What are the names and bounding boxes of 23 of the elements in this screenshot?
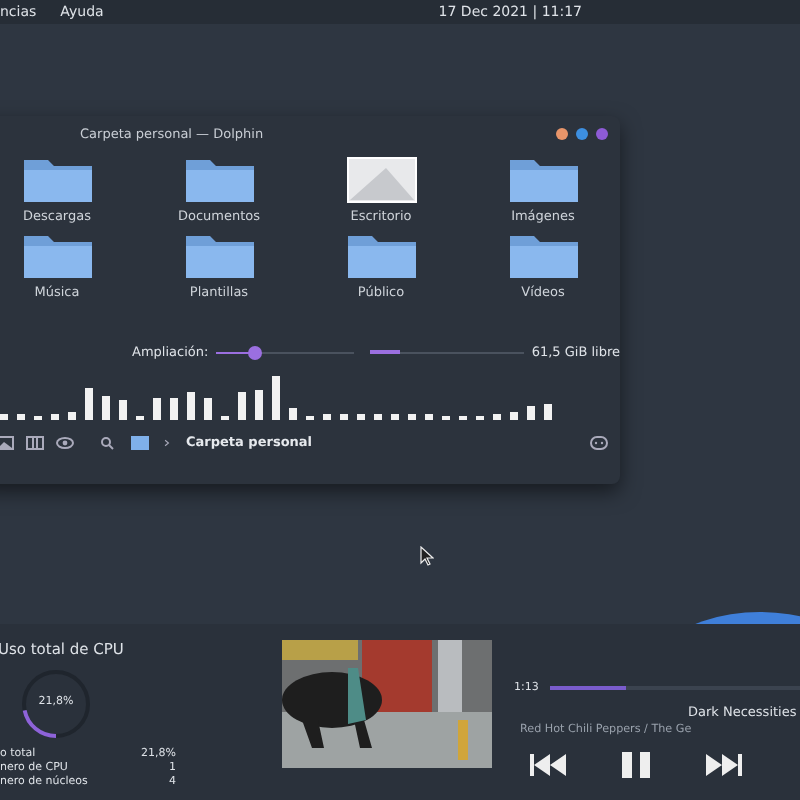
window-button[interactable] — [596, 128, 608, 140]
folder-icon[interactable] — [128, 435, 152, 449]
next-icon[interactable] — [704, 752, 744, 778]
previous-icon[interactable] — [528, 752, 568, 778]
window-button[interactable] — [576, 128, 588, 140]
folder-icon — [507, 232, 579, 280]
columns-icon[interactable] — [26, 435, 44, 449]
desktop-thumbnail-icon — [345, 156, 417, 204]
folder-icon — [507, 156, 579, 204]
folder-icon — [345, 232, 417, 280]
window-button[interactable] — [556, 128, 568, 140]
cpu-gauge — [16, 664, 96, 744]
image-icon[interactable] — [0, 435, 14, 449]
cursor-icon — [420, 546, 434, 566]
eye-icon[interactable] — [56, 435, 74, 449]
more-icon[interactable] — [590, 435, 608, 449]
search-icon[interactable] — [98, 435, 116, 449]
folder-icon — [21, 156, 93, 204]
chevron-icon — [164, 435, 174, 449]
folder-icon — [21, 232, 93, 280]
folder-icon — [183, 156, 255, 204]
pause-icon[interactable] — [616, 752, 656, 778]
folder-icon — [183, 232, 255, 280]
